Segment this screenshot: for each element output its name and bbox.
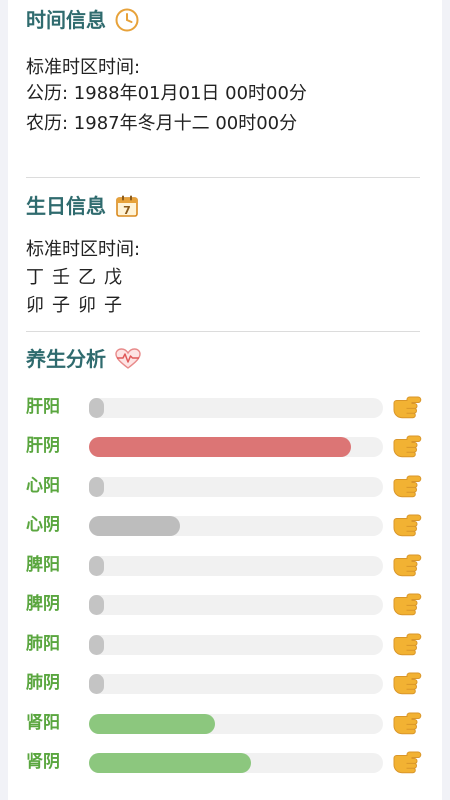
lunar-date: 农历: 1987年冬月十二 00时00分 <box>26 113 298 134</box>
calendar-day: 7 <box>123 204 131 217</box>
health-row-label: 脾阴 <box>26 594 60 614</box>
time-section-title-text: 时间信息 <box>26 8 106 32</box>
health-level-fill <box>89 398 104 418</box>
health-row-label: 肝阳 <box>26 397 60 417</box>
health-level-bar <box>89 398 383 418</box>
divider <box>26 177 420 178</box>
health-section-title-text: 养生分析 <box>26 347 106 371</box>
health-row: 心阳 <box>26 471 424 501</box>
health-level-fill <box>89 635 104 655</box>
health-level-fill <box>89 516 180 536</box>
health-row-label: 肺阴 <box>26 673 60 693</box>
health-row: 脾阴 <box>26 589 424 619</box>
pointing-hand-icon[interactable] <box>392 748 422 776</box>
health-level-bar <box>89 477 383 497</box>
birthday-section-title: 生日信息 7 <box>26 192 140 220</box>
health-row: 肺阳 <box>26 629 424 659</box>
stem-month: 壬 <box>52 267 70 288</box>
health-level-fill <box>89 477 104 497</box>
health-row-label: 心阴 <box>26 515 60 535</box>
health-level-bar <box>89 635 383 655</box>
earthly-branches: 卯子卯子 <box>26 293 130 319</box>
pointing-hand-icon[interactable] <box>392 393 422 421</box>
health-level-bar <box>89 516 383 536</box>
stem-hour: 戊 <box>104 267 122 288</box>
pointing-hand-icon[interactable] <box>392 432 422 460</box>
health-level-fill <box>89 753 251 773</box>
health-level-bar <box>89 753 383 773</box>
branch-month: 子 <box>52 295 70 316</box>
health-row: 肝阴 <box>26 431 424 461</box>
health-section-title: 养生分析 <box>26 345 142 373</box>
health-level-bar <box>89 674 383 694</box>
divider <box>26 331 420 332</box>
health-row-label: 肾阳 <box>26 713 60 733</box>
health-level-fill <box>89 714 215 734</box>
health-row-label: 肝阴 <box>26 436 60 456</box>
solar-date: 公历: 1988年01月01日 00时00分 <box>26 83 307 104</box>
health-level-fill <box>89 556 104 576</box>
time-section-title: 时间信息 <box>26 6 140 34</box>
health-row-label: 肺阳 <box>26 634 60 654</box>
stem-day: 乙 <box>78 267 96 288</box>
pointing-hand-icon[interactable] <box>392 511 422 539</box>
health-level-fill <box>89 674 104 694</box>
health-row: 肾阴 <box>26 747 424 777</box>
pointing-hand-icon[interactable] <box>392 551 422 579</box>
health-row: 脾阳 <box>26 550 424 580</box>
pointing-hand-icon[interactable] <box>392 709 422 737</box>
health-row: 肺阴 <box>26 668 424 698</box>
health-level-bar <box>89 714 383 734</box>
health-row: 肾阳 <box>26 708 424 738</box>
clock-icon <box>114 7 140 33</box>
time-standard-label: 标准时区时间: <box>26 57 141 78</box>
health-row: 肝阳 <box>26 392 424 422</box>
health-row: 心阴 <box>26 510 424 540</box>
pointing-hand-icon[interactable] <box>392 590 422 618</box>
health-level-bar <box>89 595 383 615</box>
birthday-section-title-text: 生日信息 <box>26 194 106 218</box>
health-row-label: 心阳 <box>26 476 60 496</box>
info-card: 时间信息 标准时区时间: 公历: 1988年01月01日 00时00分 农历: … <box>8 0 442 800</box>
pointing-hand-icon[interactable] <box>392 630 422 658</box>
pointing-hand-icon[interactable] <box>392 472 422 500</box>
health-row-label: 脾阳 <box>26 555 60 575</box>
health-level-fill <box>89 437 351 457</box>
branch-hour: 子 <box>104 295 122 316</box>
heavenly-stems: 丁壬乙戊 <box>26 265 130 291</box>
health-level-fill <box>89 595 104 615</box>
health-level-bar <box>89 556 383 576</box>
health-level-bar <box>89 437 383 457</box>
health-row-label: 肾阴 <box>26 752 60 772</box>
calendar-icon: 7 <box>114 193 140 219</box>
birthday-standard-label: 标准时区时间: <box>26 239 141 260</box>
stem-year: 丁 <box>26 267 44 288</box>
heartbeat-icon <box>114 347 142 371</box>
branch-year: 卯 <box>26 295 44 316</box>
pointing-hand-icon[interactable] <box>392 669 422 697</box>
branch-day: 卯 <box>78 295 96 316</box>
